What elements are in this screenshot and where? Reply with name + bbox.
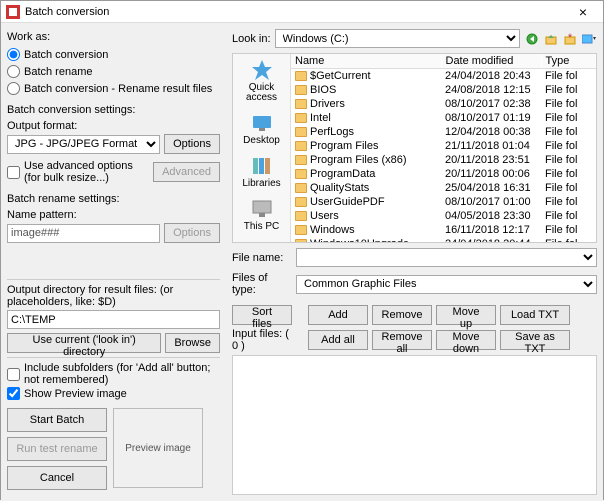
- include-subfolders-checkbox[interactable]: Include subfolders (for 'Add all' button…: [7, 362, 220, 386]
- name-pattern-label: Name pattern:: [7, 209, 220, 221]
- move-up-button[interactable]: Move up: [436, 305, 496, 325]
- app-icon: [6, 5, 20, 19]
- move-down-button[interactable]: Move down: [436, 330, 496, 350]
- svg-text:*: *: [568, 33, 573, 44]
- add-button[interactable]: Add: [308, 305, 368, 325]
- advanced-options-checkbox[interactable]: Use advanced options (for bulk resize...…: [7, 160, 149, 184]
- preview-image-box: Preview image: [113, 408, 203, 488]
- col-type[interactable]: Type: [541, 54, 596, 69]
- browse-button[interactable]: Browse: [165, 333, 220, 353]
- table-row[interactable]: ProgramData20/11/2018 00:06File fol: [291, 167, 596, 181]
- place-desktop[interactable]: Desktop: [243, 111, 280, 146]
- folder-icon: [295, 85, 307, 95]
- look-in-select[interactable]: Windows (C:): [275, 29, 520, 48]
- advanced-button: Advanced: [153, 162, 220, 182]
- remove-button[interactable]: Remove: [372, 305, 432, 325]
- input-files-label: Input files: ( 0 ): [232, 328, 292, 352]
- folder-icon: [295, 211, 307, 221]
- col-date[interactable]: Date modified: [441, 54, 541, 69]
- file-name-select[interactable]: [296, 248, 597, 267]
- sort-files-button[interactable]: Sort files: [232, 305, 292, 325]
- name-pattern-input: [7, 224, 160, 243]
- new-folder-icon[interactable]: *: [562, 31, 578, 47]
- folder-icon: [295, 127, 307, 137]
- back-icon[interactable]: [524, 31, 540, 47]
- folder-icon: [295, 141, 307, 151]
- folder-icon: [295, 99, 307, 109]
- table-row[interactable]: Windows10Upgrade24/04/2018 20:44File fol: [291, 237, 596, 242]
- table-row[interactable]: Users04/05/2018 23:30File fol: [291, 209, 596, 223]
- batch-conv-settings-label: Batch conversion settings:: [7, 104, 220, 116]
- view-menu-icon[interactable]: [581, 31, 597, 47]
- output-format-select[interactable]: JPG - JPG/JPEG Format: [7, 135, 160, 154]
- table-row[interactable]: Windows16/11/2018 12:17File fol: [291, 223, 596, 237]
- use-current-dir-button[interactable]: Use current ('look in') directory: [7, 333, 161, 353]
- folder-icon: [295, 155, 307, 165]
- folder-icon: [295, 183, 307, 193]
- file-list[interactable]: Name Date modified Type $GetCurrent24/04…: [291, 54, 596, 242]
- table-row[interactable]: PerfLogs12/04/2018 00:38File fol: [291, 125, 596, 139]
- file-name-label: File name:: [232, 252, 292, 264]
- look-in-label: Look in:: [232, 33, 271, 45]
- start-batch-button[interactable]: Start Batch: [7, 408, 107, 432]
- folder-icon: [295, 239, 307, 242]
- cancel-button[interactable]: Cancel: [7, 466, 107, 490]
- table-row[interactable]: Program Files21/11/2018 01:04File fol: [291, 139, 596, 153]
- table-row[interactable]: QualityStats25/04/2018 16:31File fol: [291, 181, 596, 195]
- save-txt-button[interactable]: Save as TXT: [500, 330, 570, 350]
- up-folder-icon[interactable]: [543, 31, 559, 47]
- place-quick-access[interactable]: Quick access: [233, 58, 290, 103]
- input-files-list[interactable]: [232, 355, 597, 495]
- run-test-rename-button: Run test rename: [7, 437, 107, 461]
- table-row[interactable]: Program Files (x86)20/11/2018 23:51File …: [291, 153, 596, 167]
- folder-icon: [295, 71, 307, 81]
- table-row[interactable]: UserGuidePDF08/10/2017 01:00File fol: [291, 195, 596, 209]
- remove-all-button[interactable]: Remove all: [372, 330, 432, 350]
- col-name[interactable]: Name: [291, 54, 441, 69]
- place-this-pc[interactable]: This PC: [244, 197, 280, 232]
- folder-icon: [295, 197, 307, 207]
- table-row[interactable]: Intel08/10/2017 01:19File fol: [291, 111, 596, 125]
- file-type-select[interactable]: Common Graphic Files: [296, 275, 597, 294]
- radio-batch-conv-rename[interactable]: Batch conversion - Rename result files: [7, 82, 220, 95]
- load-txt-button[interactable]: Load TXT: [500, 305, 570, 325]
- folder-icon: [295, 225, 307, 235]
- batch-rename-settings-label: Batch rename settings:: [7, 193, 220, 205]
- name-pattern-options-button: Options: [164, 223, 220, 243]
- radio-batch-rename[interactable]: Batch rename: [7, 65, 220, 78]
- show-preview-checkbox[interactable]: Show Preview image: [7, 387, 220, 400]
- window-title: Batch conversion: [25, 6, 568, 18]
- table-row[interactable]: $GetCurrent24/04/2018 20:43File fol: [291, 69, 596, 84]
- table-row[interactable]: BIOS24/08/2018 12:15File fol: [291, 83, 596, 97]
- output-dir-input[interactable]: [7, 310, 220, 329]
- place-network[interactable]: Network: [243, 240, 280, 242]
- table-row[interactable]: Drivers08/10/2017 02:38File fol: [291, 97, 596, 111]
- output-dir-label: Output directory for result files: (or p…: [7, 284, 220, 308]
- add-all-button[interactable]: Add all: [308, 330, 368, 350]
- folder-icon: [295, 169, 307, 179]
- radio-batch-conversion[interactable]: Batch conversion: [7, 48, 220, 61]
- place-libraries[interactable]: Libraries: [242, 154, 280, 189]
- output-format-label: Output format:: [7, 120, 220, 132]
- options-button[interactable]: Options: [164, 134, 220, 154]
- close-icon[interactable]: ×: [568, 4, 598, 20]
- file-type-label: Files of type:: [232, 272, 292, 296]
- folder-icon: [295, 113, 307, 123]
- work-as-label: Work as:: [7, 31, 220, 43]
